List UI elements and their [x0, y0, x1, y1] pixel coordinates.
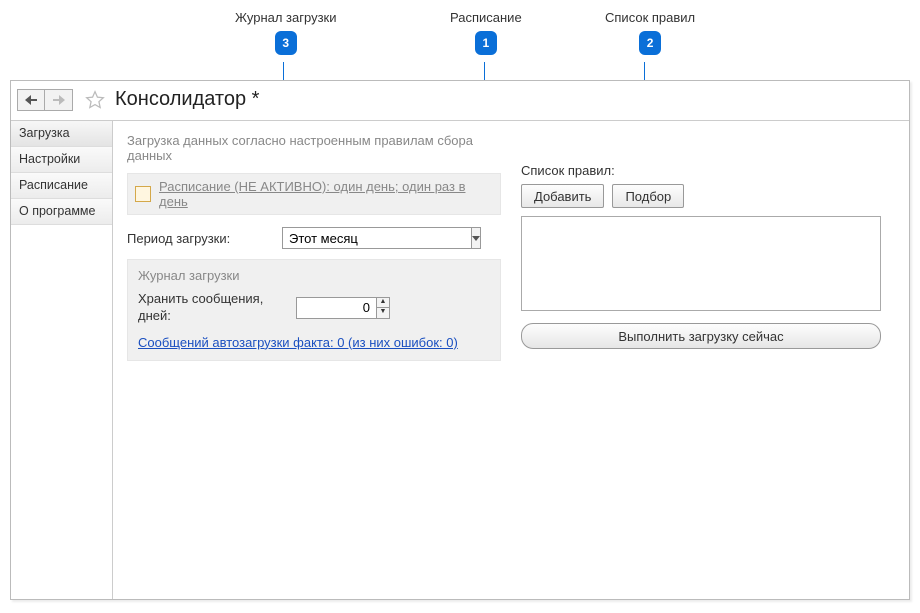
period-dropdown-button[interactable]	[471, 227, 481, 249]
chevron-down-icon	[472, 236, 480, 241]
sidebar-item-label: Расписание	[19, 178, 88, 192]
schedule-checkbox[interactable]	[135, 186, 151, 202]
star-icon[interactable]	[85, 90, 105, 110]
period-row: Период загрузки:	[127, 227, 501, 249]
schedule-box: Расписание (НЕ АКТИВНО): один день; один…	[127, 173, 501, 215]
schedule-link[interactable]: Расписание (НЕ АКТИВНО): один день; один…	[159, 179, 493, 209]
nav-group	[17, 89, 73, 111]
keep-days-row: Хранить сообщения, дней: ▲ ▼	[138, 291, 490, 325]
log-panel: Журнал загрузки Хранить сообщения, дней:…	[127, 259, 501, 361]
column-left: Загрузка данных согласно настроенным пра…	[127, 133, 501, 585]
callout-badge-log: 3	[275, 31, 297, 55]
spinner-up-button[interactable]: ▲	[376, 297, 390, 308]
period-select	[282, 227, 462, 249]
run-load-button[interactable]: Выполнить загрузку сейчас	[521, 323, 881, 349]
sidebar-item-about[interactable]: О программе	[11, 199, 112, 225]
period-label: Период загрузки:	[127, 231, 282, 246]
keep-days-input[interactable]	[296, 297, 376, 319]
back-button[interactable]	[17, 89, 45, 111]
callout-badge-schedule: 1	[475, 31, 497, 55]
main-content: Загрузка данных согласно настроенным пра…	[113, 121, 909, 599]
rules-button-row: Добавить Подбор	[521, 184, 895, 208]
keep-days-spinner: ▲ ▼	[296, 297, 390, 319]
sidebar-item-label: Загрузка	[19, 126, 70, 140]
callout-log: Журнал загрузки 3	[235, 10, 336, 55]
log-panel-title: Журнал загрузки	[138, 268, 490, 283]
rules-list[interactable]	[521, 216, 881, 311]
sidebar-item-schedule[interactable]: Расписание	[11, 173, 112, 199]
callout-badge-rules: 2	[639, 31, 661, 55]
column-right: Список правил: Добавить Подбор Выполнить…	[521, 133, 895, 585]
callout-label-rules: Список правил	[605, 10, 695, 25]
forward-button[interactable]	[45, 89, 73, 111]
sidebar-item-load[interactable]: Загрузка	[11, 121, 112, 147]
add-button[interactable]: Добавить	[521, 184, 604, 208]
callout-label-log: Журнал загрузки	[235, 10, 336, 25]
rules-list-label: Список правил:	[521, 163, 895, 178]
app-window: Консолидатор * Загрузка Настройки Распис…	[10, 80, 910, 600]
sidebar-item-label: О программе	[19, 204, 95, 218]
pick-button[interactable]: Подбор	[612, 184, 684, 208]
window-body: Загрузка Настройки Расписание О программ…	[11, 121, 909, 599]
callout-label-schedule: Расписание	[450, 10, 522, 25]
sidebar: Загрузка Настройки Расписание О программ…	[11, 121, 113, 599]
arrow-left-icon	[25, 95, 37, 105]
annotations: Журнал загрузки 3 Расписание 1 Список пр…	[0, 0, 920, 80]
callout-rules: Список правил 2	[605, 10, 695, 55]
arrow-right-icon	[53, 95, 65, 105]
period-input[interactable]	[282, 227, 471, 249]
description-text: Загрузка данных согласно настроенным пра…	[127, 133, 501, 163]
sidebar-item-label: Настройки	[19, 152, 80, 166]
titlebar: Консолидатор *	[11, 81, 909, 121]
callout-schedule: Расписание 1	[450, 10, 522, 55]
spinner-down-button[interactable]: ▼	[376, 308, 390, 319]
autoload-messages-link[interactable]: Сообщений автозагрузки факта: 0 (из них …	[138, 335, 458, 350]
sidebar-item-settings[interactable]: Настройки	[11, 147, 112, 173]
window-title: Консолидатор *	[115, 88, 259, 111]
keep-days-label: Хранить сообщения, дней:	[138, 291, 288, 325]
